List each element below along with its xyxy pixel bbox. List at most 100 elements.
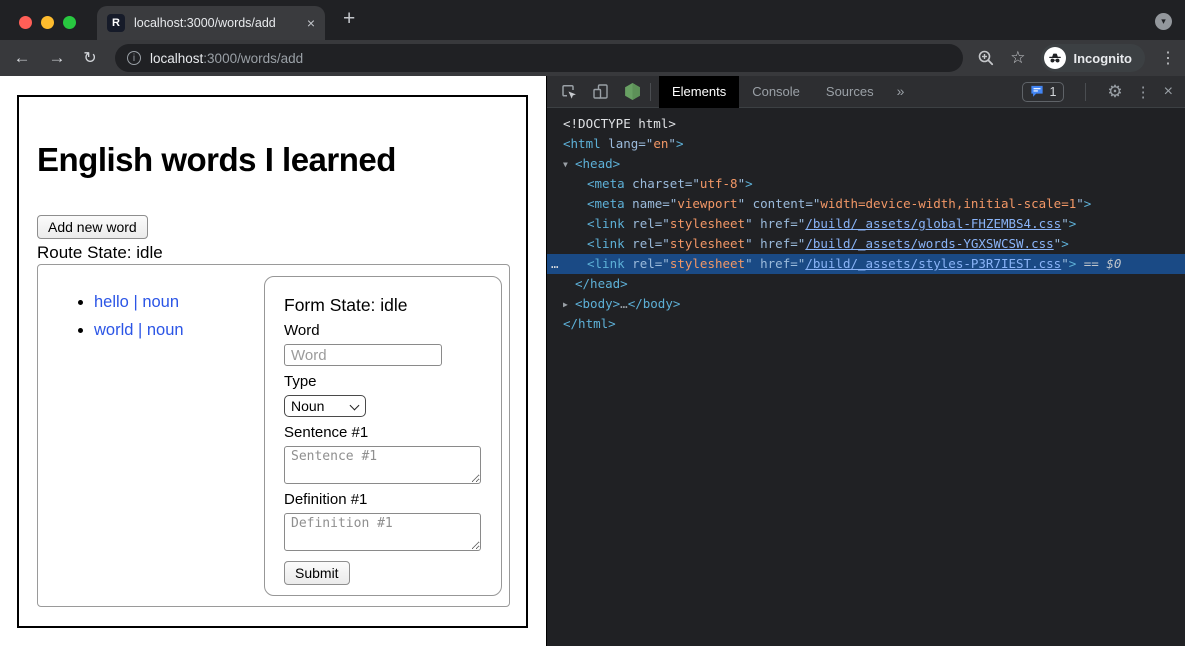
devtools-code-line[interactable]: <link rel="stylesheet" href="/build/_ass…	[547, 234, 1185, 254]
close-window-button[interactable]	[19, 16, 32, 29]
maximize-window-button[interactable]	[63, 16, 76, 29]
type-select-wrap: Noun	[284, 395, 366, 417]
devtools-toolbar-right: 1 ⚙ ⋮ ×	[1022, 82, 1173, 102]
devtools-code-line[interactable]: </html>	[547, 314, 1185, 334]
devtools-code-line[interactable]: <meta charset="utf-8">	[547, 174, 1185, 194]
devtools-code-line[interactable]: ▶<body>…</body>	[547, 294, 1185, 314]
code-token: >	[1061, 236, 1069, 251]
sentence-textarea[interactable]	[284, 446, 481, 484]
browser-tab[interactable]: R localhost:3000/words/add ×	[97, 6, 325, 40]
url-field[interactable]: i localhost :3000/words/add	[115, 44, 963, 72]
code-token: == $0	[1076, 256, 1121, 271]
devtools-tab-console[interactable]: Console	[739, 76, 813, 108]
code-token: …	[620, 296, 628, 311]
address-bar: ← → ↻ i localhost :3000/words/add ☆ Inco…	[0, 40, 1185, 76]
reload-button[interactable]: ↻	[78, 48, 102, 68]
toolbar-divider	[650, 83, 651, 101]
type-select[interactable]: Noun	[284, 395, 366, 417]
code-token: "	[1061, 256, 1069, 271]
tab-title: localhost:3000/words/add	[134, 16, 301, 30]
code-token: ="	[790, 256, 805, 271]
more-tabs-icon[interactable]: »	[887, 76, 915, 107]
tab-strip: R localhost:3000/words/add × + ▾	[0, 0, 1185, 40]
code-token: href	[753, 236, 791, 251]
word-input[interactable]	[284, 344, 442, 366]
submit-button[interactable]: Submit	[284, 561, 350, 585]
issues-count: 1	[1049, 85, 1056, 99]
code-token: "	[738, 196, 746, 211]
devtools-toolbar: ElementsConsoleSources » 1 ⚙ ⋮ ×	[547, 76, 1185, 108]
code-token: >	[1069, 216, 1077, 231]
devtools-tab-elements[interactable]: Elements	[659, 76, 739, 108]
code-token: /build/_assets/styles-P3R7IEST.css	[805, 256, 1061, 271]
incognito-badge: Incognito	[1041, 44, 1146, 72]
devtools-close-icon[interactable]: ×	[1164, 83, 1173, 101]
tab-close-icon[interactable]: ×	[307, 15, 315, 31]
code-token: "	[745, 216, 753, 231]
elements-tree: <!DOCTYPE html><html lang="en">▼<head><m…	[547, 108, 1185, 646]
code-token: "	[1061, 216, 1069, 231]
code-token: href	[753, 216, 791, 231]
word-link[interactable]: world | noun	[94, 321, 184, 339]
message-bubble-icon	[1030, 85, 1044, 98]
devtools-code-line[interactable]: <!DOCTYPE html>	[547, 114, 1185, 134]
settings-gear-icon[interactable]: ⚙	[1107, 82, 1122, 102]
devtools-tab-sources[interactable]: Sources	[813, 76, 887, 108]
code-token: ="	[790, 236, 805, 251]
code-token: ="	[655, 216, 670, 231]
overflow-menu-dots[interactable]: …	[551, 254, 560, 274]
code-token: stylesheet	[670, 256, 745, 271]
remix-favicon-icon: R	[107, 14, 125, 32]
code-token: <link	[587, 256, 625, 271]
word-link[interactable]: hello | noun	[94, 293, 179, 311]
code-token: utf-8	[700, 176, 738, 191]
devtools-code-line[interactable]: </head>	[547, 274, 1185, 294]
code-token: rel	[625, 256, 655, 271]
device-toolbar-icon[interactable]	[591, 82, 610, 101]
app-container: English words I learned Add new word Rou…	[17, 95, 528, 628]
incognito-icon	[1044, 47, 1066, 69]
devtools-menu-icon[interactable]: ⋮	[1136, 83, 1151, 101]
bookmark-star-icon[interactable]: ☆	[1010, 48, 1025, 68]
browser-menu-icon[interactable]: ⋮	[1160, 48, 1176, 68]
new-tab-button[interactable]: +	[343, 7, 355, 31]
forward-button[interactable]: →	[45, 48, 69, 68]
devtools-code-line[interactable]: …<link rel="stylesheet" href="/build/_as…	[547, 254, 1185, 274]
code-token: "	[668, 136, 676, 151]
code-token: viewport	[677, 196, 737, 211]
window-controls	[19, 16, 76, 29]
words-panel: hello | nounworld | noun Form State: idl…	[37, 264, 510, 607]
add-new-word-button[interactable]: Add new word	[37, 215, 148, 239]
page-info-icon[interactable]: i	[127, 51, 141, 65]
code-token: ="	[685, 176, 700, 191]
code-token: </body>	[628, 296, 681, 311]
inspect-element-icon[interactable]	[559, 82, 578, 101]
devtools-code-line[interactable]: <meta name="viewport" content="width=dev…	[547, 194, 1185, 214]
code-token: en	[653, 136, 668, 151]
back-button[interactable]: ←	[10, 48, 34, 68]
code-token: <html	[563, 136, 601, 151]
code-token: </head>	[575, 276, 628, 291]
tab-search-button[interactable]: ▾	[1155, 13, 1172, 30]
devtools-code-line[interactable]: ▼<head>	[547, 154, 1185, 174]
nodejs-icon[interactable]	[623, 82, 642, 101]
address-bar-actions: ☆ Incognito ⋮	[977, 44, 1176, 72]
code-token: lang	[601, 136, 639, 151]
code-token: ="	[655, 256, 670, 271]
issues-badge[interactable]: 1	[1022, 82, 1064, 102]
sentence-label: Sentence #1	[284, 424, 483, 441]
code-token: "	[738, 176, 746, 191]
code-token: ="	[805, 196, 820, 211]
zoom-icon[interactable]	[977, 49, 995, 67]
code-token: ="	[638, 136, 653, 151]
expand-arrow-icon[interactable]: ▼	[563, 155, 575, 175]
definition-textarea[interactable]	[284, 513, 481, 551]
code-token: <head>	[575, 156, 620, 171]
devtools-code-line[interactable]: <html lang="en">	[547, 134, 1185, 154]
minimize-window-button[interactable]	[41, 16, 54, 29]
code-token: >	[676, 136, 684, 151]
expand-arrow-icon[interactable]: ▶	[563, 295, 575, 315]
code-token: stylesheet	[670, 236, 745, 251]
code-token: ="	[655, 236, 670, 251]
devtools-code-line[interactable]: <link rel="stylesheet" href="/build/_ass…	[547, 214, 1185, 234]
